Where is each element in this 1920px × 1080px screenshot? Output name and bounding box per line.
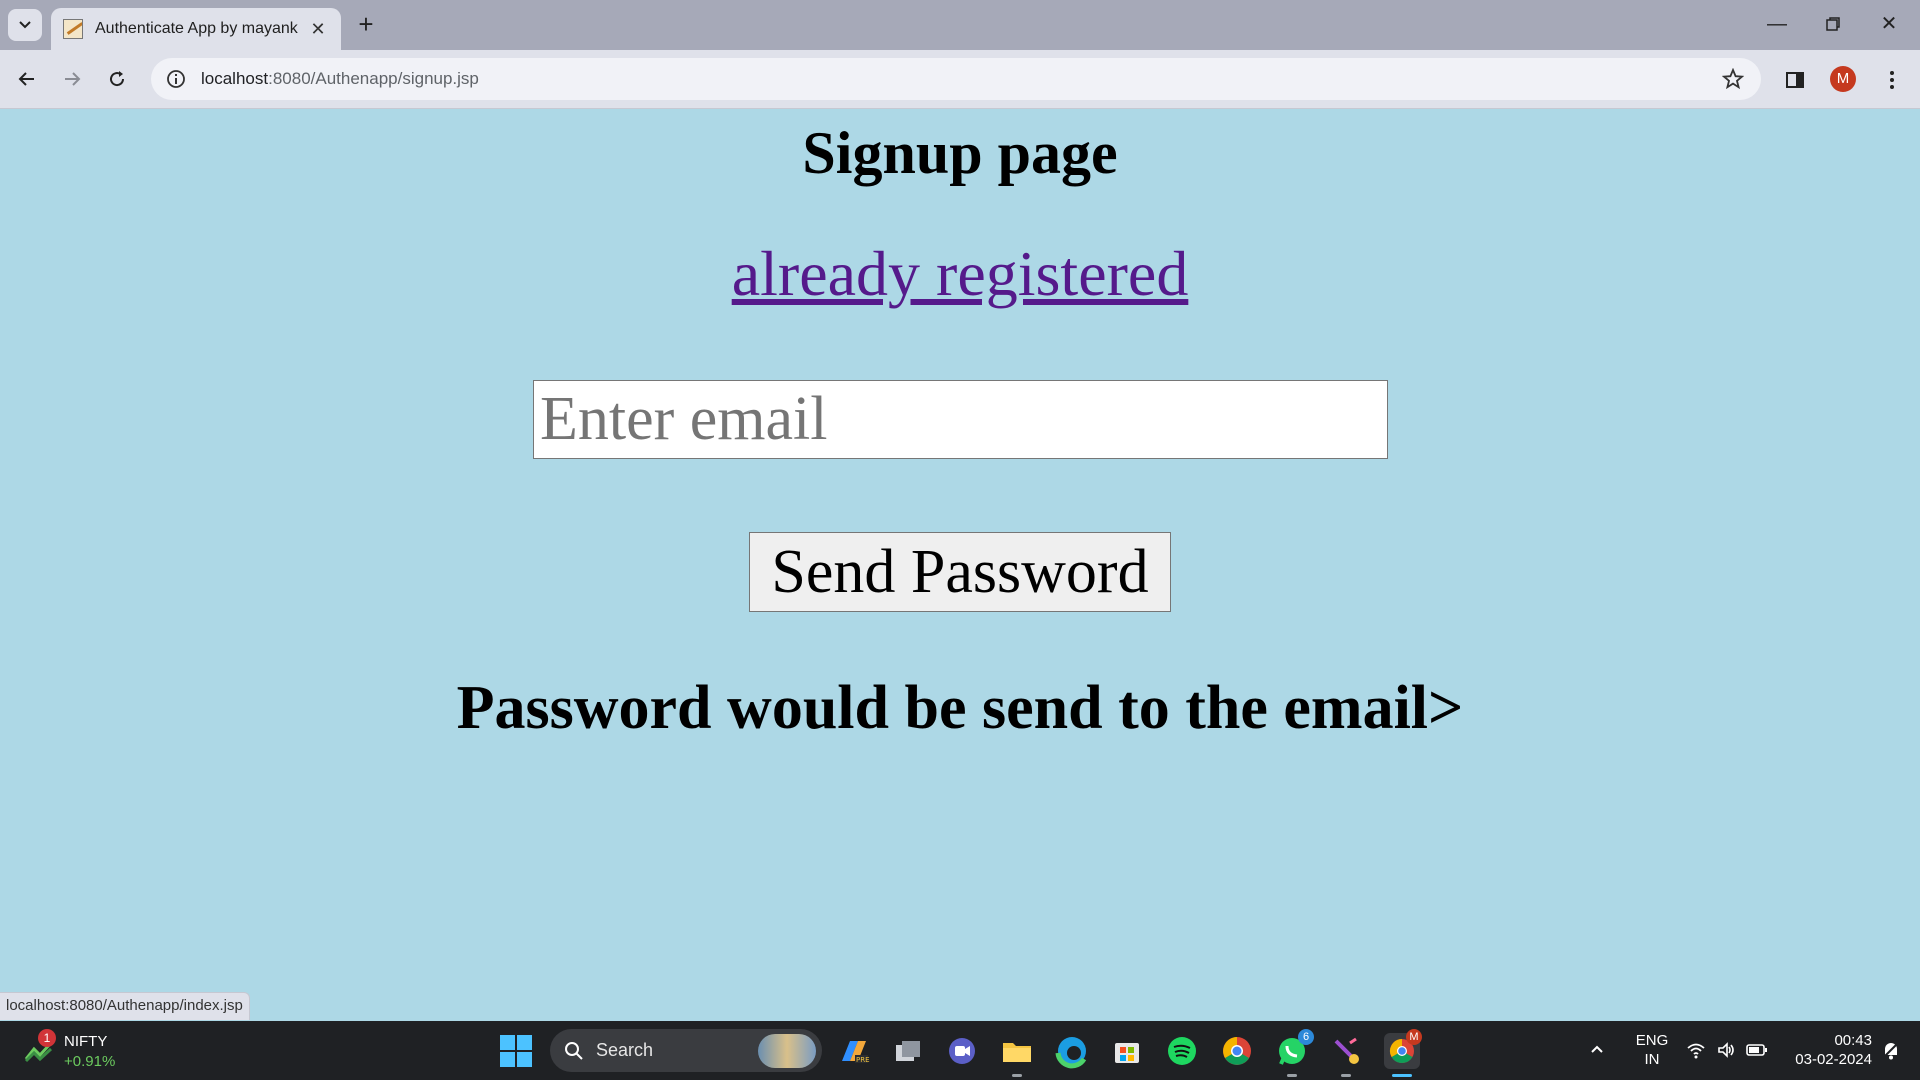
windows-logo-icon — [517, 1035, 532, 1050]
microsoft-store-icon[interactable] — [1109, 1033, 1145, 1069]
widget-badge: 1 — [38, 1029, 56, 1047]
clock-time: 00:43 — [1834, 1032, 1872, 1049]
email-input[interactable] — [533, 380, 1388, 459]
link-status-bubble: localhost:8080/Authenapp/index.jsp — [0, 992, 250, 1020]
notification-bell-icon — [1882, 1041, 1900, 1060]
task-view-icon[interactable] — [890, 1033, 926, 1069]
search-highlight-image — [758, 1033, 816, 1068]
chrome-profile-icon[interactable]: M — [1384, 1029, 1422, 1077]
page-body: Signup page already registered Send Pass… — [0, 109, 1920, 1021]
send-password-button[interactable]: Send Password — [749, 532, 1171, 612]
arrow-left-icon — [18, 72, 34, 86]
windows-logo-icon — [500, 1052, 515, 1067]
svg-text:PRE: PRE — [856, 1056, 870, 1064]
file-explorer-icon[interactable] — [999, 1033, 1035, 1077]
copilot-app-icon[interactable]: PRE — [836, 1033, 872, 1069]
chrome-profile-badge: M — [1406, 1029, 1422, 1045]
tab-close-icon[interactable]: ✕ — [307, 19, 329, 40]
address-bar[interactable]: localhost:8080/Authenapp/signup.jsp — [151, 58, 1761, 100]
already-registered-link[interactable]: already registered — [732, 238, 1189, 309]
running-indicator — [1012, 1074, 1022, 1077]
show-hidden-icons-button[interactable] — [1590, 1041, 1604, 1059]
url-path: :8080/Authenapp/signup.jsp — [268, 69, 479, 88]
tab-search-button[interactable] — [8, 9, 42, 41]
teams-chat-icon[interactable] — [944, 1033, 980, 1069]
clock-date: 03-02-2024 — [1795, 1051, 1872, 1068]
wifi-icon — [1687, 1043, 1705, 1059]
reload-icon — [110, 71, 125, 87]
profile-avatar[interactable]: M — [1830, 66, 1856, 92]
search-icon — [565, 1041, 583, 1060]
tab-strip: Authenticate App by mayank ✕ + — ✕ — [0, 0, 1920, 50]
search-label: Search — [596, 1040, 654, 1060]
site-info-icon[interactable] — [163, 66, 189, 92]
volume-icon — [1718, 1042, 1734, 1058]
restore-icon — [1826, 17, 1840, 31]
browser-menu-button[interactable] — [1880, 65, 1904, 95]
chrome-icon[interactable] — [1219, 1033, 1255, 1069]
running-indicator — [1287, 1074, 1297, 1077]
whatsapp-icon[interactable]: 6 — [1274, 1029, 1314, 1077]
chevron-up-icon — [1591, 1045, 1603, 1053]
start-button[interactable] — [500, 1035, 532, 1067]
bookmark-star-icon[interactable] — [1721, 67, 1745, 91]
chevron-down-icon — [19, 21, 31, 29]
reload-button[interactable] — [102, 64, 132, 94]
widget-name: NIFTY — [64, 1033, 108, 1050]
kebab-menu-icon — [1890, 71, 1894, 89]
whatsapp-badge: 6 — [1298, 1029, 1314, 1045]
tab-title: Authenticate App by mayank — [95, 20, 298, 37]
clock[interactable]: 00:43 03-02-2024 — [1780, 1031, 1872, 1069]
side-panel-icon — [1786, 72, 1804, 88]
minimize-button[interactable]: — — [1754, 8, 1800, 40]
region-code: IN — [1644, 1051, 1660, 1068]
active-tab[interactable]: Authenticate App by mayank ✕ — [51, 8, 341, 50]
battery-icon — [1746, 1044, 1767, 1056]
info-message: Password would be send to the email> — [456, 674, 1464, 742]
language-indicator[interactable]: ENG IN — [1630, 1031, 1674, 1069]
close-window-button[interactable]: ✕ — [1866, 8, 1912, 40]
language-code: ENG — [1635, 1032, 1669, 1049]
stock-widget[interactable]: 1 NIFTY +0.91% — [20, 1029, 140, 1073]
browser-toolbar: localhost:8080/Authenapp/signup.jsp M — [0, 50, 1920, 109]
notification-center-button[interactable] — [1880, 1039, 1902, 1061]
spotify-icon[interactable] — [1164, 1033, 1200, 1069]
new-tab-button[interactable]: + — [352, 10, 380, 38]
url-host: localhost — [201, 69, 269, 88]
system-tray[interactable] — [1686, 1040, 1768, 1060]
back-button[interactable] — [12, 64, 42, 94]
running-indicator — [1341, 1074, 1351, 1077]
restore-button[interactable] — [1810, 8, 1856, 40]
app-tool-icon[interactable] — [1328, 1033, 1364, 1077]
windows-taskbar: 1 NIFTY +0.91% Search PRE 6 M ENG IN 00:… — [0, 1021, 1920, 1080]
windows-logo-icon — [500, 1035, 515, 1050]
taskbar-search[interactable]: Search — [550, 1029, 822, 1072]
login-link-container: already registered — [0, 237, 1920, 311]
active-indicator — [1392, 1074, 1412, 1077]
url-text: localhost:8080/Authenapp/signup.jsp — [201, 69, 479, 89]
windows-logo-icon — [517, 1052, 532, 1067]
forward-button[interactable] — [57, 64, 87, 94]
page-title: Signup page — [802, 120, 1118, 186]
edge-browser-icon[interactable] — [1054, 1033, 1090, 1069]
tab-favicon-icon — [63, 19, 83, 39]
side-panel-button[interactable] — [1780, 65, 1810, 95]
arrow-right-icon — [65, 72, 81, 86]
widget-change: +0.91% — [64, 1053, 116, 1070]
